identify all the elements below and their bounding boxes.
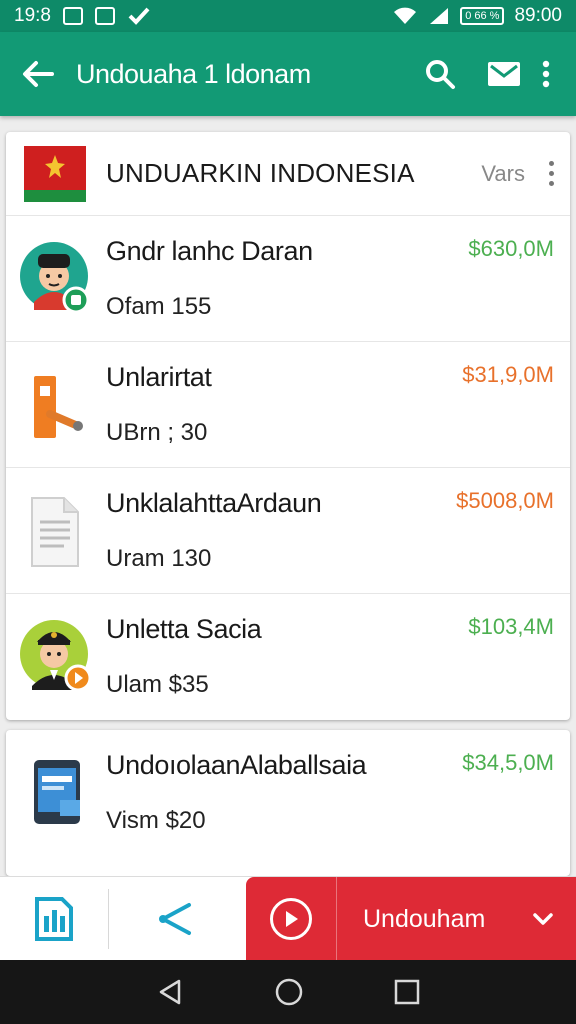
- card-header: UNDUARKIN INDONESIA Vars: [6, 132, 570, 216]
- item-subtitle: Ofam 155: [106, 293, 212, 320]
- sim-card-icon: [35, 897, 73, 941]
- tablet-icon: [20, 750, 92, 836]
- status-bar: 19:8 0 66 % 89:00: [0, 0, 576, 32]
- card-title: UNDUARKIN INDONESIA: [106, 158, 415, 188]
- more-vert-icon: [542, 60, 550, 88]
- status-time-right: 89:00: [514, 5, 562, 26]
- indonesia-flag-icon: [24, 145, 86, 202]
- bottom-action-bar: Undouham: [0, 876, 576, 961]
- list-item[interactable]: UnklalahttaArdaun Uram 130 $5008,0M: [6, 468, 570, 594]
- list-item[interactable]: UndoıolaanAlaballsaia Vism $20 $34,5,0M: [6, 730, 570, 856]
- list-item[interactable]: Unlarirtat UBrn ; 30 $31,9,0M: [6, 342, 570, 468]
- item-subtitle: UBrn ; 30: [106, 419, 208, 446]
- back-button[interactable]: [22, 60, 54, 88]
- nav-home-icon[interactable]: [274, 977, 304, 1007]
- card-filter[interactable]: Vars: [481, 161, 525, 187]
- man-avatar-icon: [20, 236, 92, 322]
- signal-icon: [430, 8, 449, 24]
- mail-button[interactable]: [482, 52, 526, 96]
- nav-back-icon[interactable]: [155, 977, 185, 1007]
- battery-icon: 0 66 %: [460, 7, 505, 25]
- divider: [336, 877, 337, 961]
- item-amount: $31,9,0M: [462, 362, 554, 387]
- list-item[interactable]: Gndr lanhc Daran Ofam 155 $630,0M: [6, 216, 570, 342]
- image-notification-icon: [94, 7, 115, 25]
- download-label: Undouham: [363, 904, 486, 933]
- status-time-left: 19:8: [14, 5, 51, 26]
- more-options-button[interactable]: [534, 52, 558, 96]
- officer-avatar-icon: [20, 614, 92, 700]
- list-item[interactable]: Unletta Sacia Ulam $35 $103,4M: [6, 594, 570, 720]
- notification-icon: [62, 7, 83, 25]
- sim-card-button[interactable]: [0, 877, 108, 961]
- search-button[interactable]: [418, 52, 462, 96]
- app-title: Undouaha 1 ldonam: [76, 58, 311, 89]
- app-bar: Undouaha 1 ldonam: [0, 32, 576, 116]
- nav-recents-icon[interactable]: [393, 978, 421, 1006]
- item-amount: $5008,0M: [456, 488, 554, 513]
- item-amount: $103,4M: [468, 614, 554, 639]
- chevron-down-icon[interactable]: [532, 912, 554, 926]
- wifi-icon: [394, 7, 417, 24]
- item-amount: $630,0M: [468, 236, 554, 261]
- item-subtitle: Uram 130: [106, 545, 212, 572]
- transactions-card: UNDUARKIN INDONESIA Vars Gndr lanhc Dara…: [6, 132, 570, 720]
- share-button[interactable]: [109, 877, 245, 961]
- item-amount: $34,5,0M: [462, 750, 554, 775]
- system-nav-bar: [0, 960, 576, 1024]
- check-notification-icon: [128, 7, 150, 25]
- arrow-left-icon: [23, 61, 54, 87]
- mail-icon: [488, 62, 520, 86]
- share-icon: [159, 903, 191, 935]
- document-icon: [20, 488, 92, 574]
- gate-icon: [20, 362, 92, 448]
- emblem-icon: [45, 154, 65, 178]
- download-button[interactable]: Undouham: [246, 877, 576, 961]
- transaction-card-secondary: UndoıolaanAlaballsaia Vism $20 $34,5,0M: [6, 730, 570, 876]
- search-icon: [426, 60, 455, 89]
- item-subtitle: Vism $20: [106, 807, 206, 834]
- play-icon: [270, 898, 312, 940]
- card-more-icon[interactable]: [549, 161, 554, 186]
- item-subtitle: Ulam $35: [106, 671, 209, 698]
